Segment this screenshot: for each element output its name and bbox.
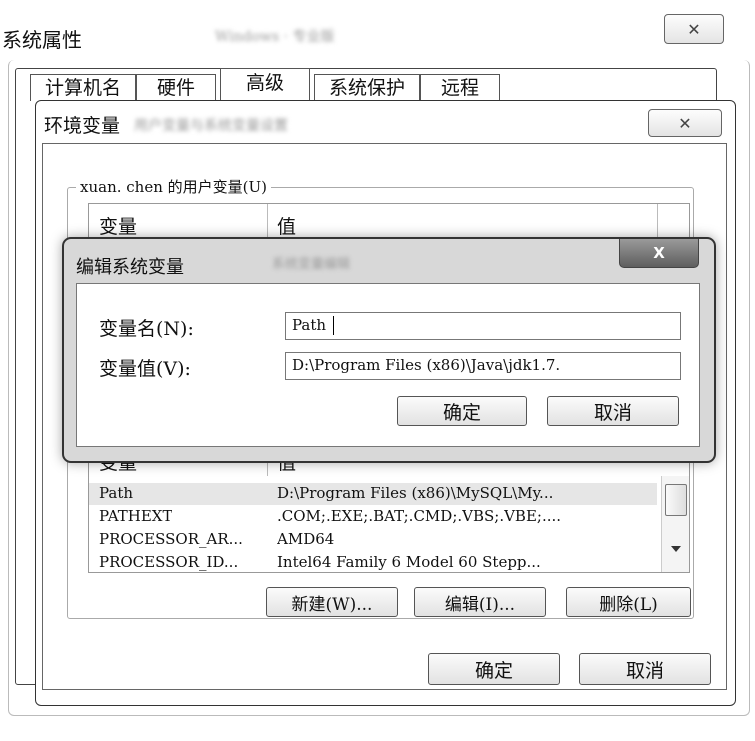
scroll-down-icon[interactable]	[671, 546, 681, 552]
dialog-title-blurred: 用户变量与系统变量设置	[134, 118, 288, 134]
variable-name-label: 变量名(N):	[99, 318, 194, 340]
edit-system-variable-dialog: 编辑系统变量 系统变量编辑 X 变量名(N): Path 变量值(V): D:\…	[62, 237, 716, 463]
edit-button[interactable]: 编辑(I)...	[414, 587, 546, 617]
tab-computer-name[interactable]: 计算机名	[30, 74, 136, 101]
row-variable: PATHEXT	[99, 507, 173, 525]
ok-button[interactable]: 确定	[428, 653, 560, 685]
tab-advanced[interactable]: 高级	[220, 68, 310, 101]
window-title: 系统属性	[2, 28, 82, 52]
dialog-title-blurred: 系统变量编辑	[272, 257, 351, 272]
scrollbar-thumb[interactable]	[665, 484, 687, 516]
table-row[interactable]: Path D:\Program Files (x86)\MySQL\My...	[89, 483, 657, 505]
variable-name-input[interactable]: Path	[285, 312, 681, 340]
table-row[interactable]: PROCESSOR_ID... Intel64 Family 6 Model 6…	[89, 552, 657, 572]
row-value: D:\Program Files (x86)\MySQL\My...	[277, 484, 554, 502]
tab-hardware[interactable]: 硬件	[136, 74, 216, 101]
row-variable: PROCESSOR_AR...	[99, 530, 243, 548]
dialog-title: 环境变量	[44, 115, 121, 137]
dialog-title: 编辑系统变量	[76, 257, 184, 278]
tab-remote[interactable]: 远程	[420, 74, 500, 101]
cancel-button[interactable]: 取消	[547, 396, 679, 426]
user-variables-label: xuan. chen 的用户变量(U)	[76, 176, 271, 197]
text-cursor	[333, 316, 334, 335]
row-variable: Path	[99, 484, 134, 502]
close-button[interactable]: X	[619, 239, 699, 268]
row-variable: PROCESSOR_ID...	[99, 553, 239, 571]
delete-button[interactable]: 删除(L)	[566, 587, 691, 617]
close-button[interactable]: ✕	[664, 14, 724, 44]
row-value: .COM;.EXE;.BAT;.CMD;.VBS;.VBE;....	[277, 507, 562, 525]
ok-button[interactable]: 确定	[397, 396, 527, 426]
window-title-blurred: Windows · 专业版	[215, 29, 335, 45]
cancel-button[interactable]: 取消	[579, 653, 711, 685]
row-value: AMD64	[277, 530, 335, 548]
dialog-content: 变量名(N): Path 变量值(V): D:\Program Files (x…	[76, 283, 700, 447]
variable-value-label: 变量值(V):	[99, 358, 191, 380]
table-row[interactable]: PROCESSOR_AR... AMD64	[89, 529, 657, 551]
new-button[interactable]: 新建(W)...	[266, 587, 398, 617]
close-icon: ✕	[687, 19, 701, 39]
vertical-scrollbar[interactable]	[661, 476, 689, 572]
close-icon: ✕	[678, 113, 692, 133]
close-icon: X	[653, 244, 665, 262]
table-row[interactable]: PATHEXT .COM;.EXE;.BAT;.CMD;.VBS;.VBE;..…	[89, 506, 657, 528]
variable-value-input[interactable]: D:\Program Files (x86)\Java\jdk1.7.	[285, 352, 681, 380]
close-button[interactable]: ✕	[648, 109, 722, 137]
row-value: Intel64 Family 6 Model 60 Stepp...	[277, 553, 541, 571]
system-variables-table: 变量 值 Path D:\Program Files (x86)\MySQL\M…	[88, 445, 690, 573]
tab-system-protection[interactable]: 系统保护	[314, 74, 420, 101]
